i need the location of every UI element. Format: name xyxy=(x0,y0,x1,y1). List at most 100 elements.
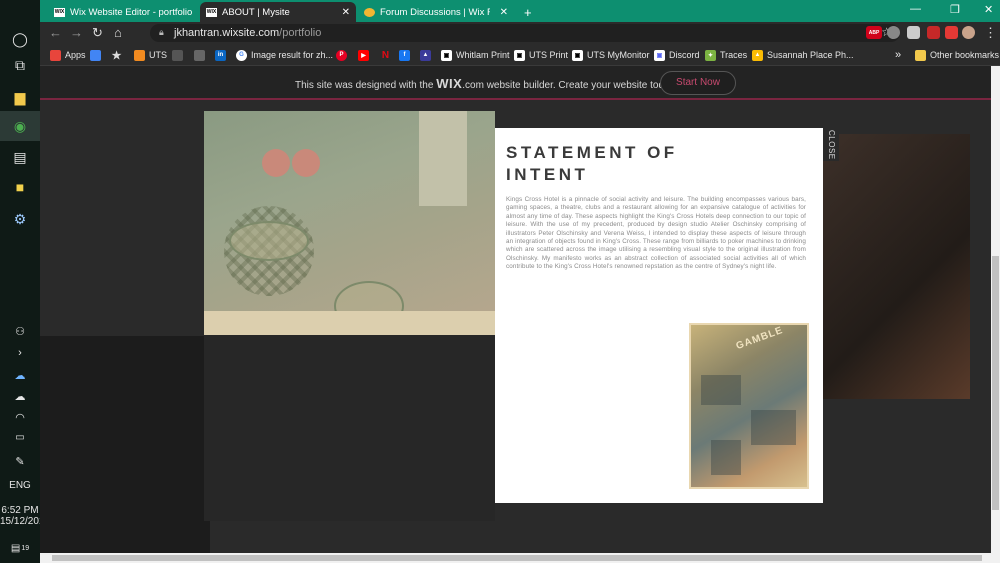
google-icon: G xyxy=(236,49,247,61)
reload-icon[interactable]: ↻ xyxy=(92,25,103,41)
bookmark-image-result[interactable]: G Image result for zh... xyxy=(236,48,333,62)
chrome-taskbar-icon[interactable]: ◉ xyxy=(0,111,40,141)
bookmark-other-bookmarks[interactable]: Other bookmarks xyxy=(915,48,999,62)
extension-icon[interactable] xyxy=(907,26,920,39)
render-wall xyxy=(419,111,467,206)
extension-icon[interactable] xyxy=(945,26,958,39)
lightbox-image-column xyxy=(204,111,495,521)
page-viewport: This site was designed with the WIX.com … xyxy=(40,66,991,553)
extension-icon[interactable] xyxy=(887,26,900,39)
bookmark-whitlam-print[interactable]: ▣ Whitlam Print xyxy=(441,48,510,62)
drive-icon: ▲ xyxy=(752,49,763,61)
close-window-icon[interactable]: ✕ xyxy=(984,3,993,16)
forum-favicon-icon xyxy=(364,7,375,17)
bookmarks-bar: Apps ★ UTS in G Image result for zh... P … xyxy=(40,44,1000,66)
bookmark-uts[interactable]: UTS xyxy=(134,48,167,62)
new-tab-button[interactable]: + xyxy=(518,2,538,22)
tab-label: Forum Discussions | Wix Forum xyxy=(380,6,490,18)
bookmark-traces[interactable]: ✦ Traces xyxy=(705,48,747,62)
steam-icon[interactable]: ⚙ xyxy=(0,204,40,234)
illustration-shape xyxy=(751,410,796,445)
bookmark-apps[interactable]: Apps xyxy=(50,48,86,62)
bookmarks-more-button[interactable]: » xyxy=(895,48,901,62)
lightbox-render-image[interactable] xyxy=(204,111,495,335)
folder-icon xyxy=(915,49,926,61)
pen-icon[interactable]: ✎ xyxy=(0,446,40,476)
tab-wix-editor[interactable]: WIX Wix Website Editor - portfolio xyxy=(48,2,200,22)
traces-icon: ✦ xyxy=(705,49,716,61)
file-explorer-icon[interactable]: ▆ xyxy=(0,82,40,112)
windows-taskbar: ◯ ⧉ ▆ ◉ ▤ ■ ⚙ ⚇ › ☁ ☁ ◠ ▭ ✎ ENG 6:52 PM … xyxy=(0,0,50,563)
home-icon[interactable]: ⌂ xyxy=(114,25,122,40)
notification-center-icon[interactable]: ▤ 19 xyxy=(0,533,40,563)
minimize-icon[interactable]: — xyxy=(910,3,921,15)
bookmark-star[interactable]: ★ xyxy=(111,48,126,62)
task-view-icon[interactable]: ⧉ xyxy=(0,50,40,80)
app-taskbar-icon[interactable]: ▤ xyxy=(0,142,40,172)
adblock-extension-icon[interactable]: ABP xyxy=(866,26,882,39)
wix-favicon-icon: WIX xyxy=(206,7,217,17)
background-photo xyxy=(820,134,970,399)
close-tab-icon[interactable]: ✕ xyxy=(342,7,350,18)
lock-icon: 🔒︎ xyxy=(159,27,164,37)
lightbox-close-button[interactable]: CLOSE xyxy=(823,128,839,161)
horizontal-scrollbar[interactable] xyxy=(40,553,1000,563)
bookmark-docs[interactable] xyxy=(90,48,105,62)
tab-forum-discussions[interactable]: Forum Discussions | Wix Forum ✕ xyxy=(358,2,514,22)
pinterest-icon: P xyxy=(336,49,347,61)
bookmark-generic[interactable] xyxy=(194,48,209,62)
statement-body: Kings Cross Hotel is a pinnacle of socia… xyxy=(506,196,806,271)
illustration-shape xyxy=(711,440,741,475)
address-url[interactable]: jkhantran.wixsite.com/portfolio xyxy=(174,27,321,39)
bookmark-linkedin[interactable]: in xyxy=(215,48,230,62)
close-tab-icon[interactable]: ✕ xyxy=(500,7,508,18)
profile-avatar[interactable] xyxy=(962,26,975,39)
linkedin-icon: in xyxy=(215,49,226,61)
restore-icon[interactable]: ❐ xyxy=(950,3,960,16)
lightbox-text-panel: STATEMENT OF INTENT Kings Cross Hotel is… xyxy=(495,128,823,503)
render-sphere xyxy=(262,149,290,177)
statement-title: STATEMENT OF INTENT xyxy=(506,143,678,184)
render-floor-strip xyxy=(204,311,495,335)
discord-icon: ▣ xyxy=(654,49,665,61)
illustration-sign: GAMBLE xyxy=(734,324,785,353)
bookmark-facebook[interactable]: f xyxy=(399,48,414,62)
netflix-icon: N xyxy=(380,49,391,61)
star-icon: ★ xyxy=(111,49,122,62)
bookmark-uts-mymonitor[interactable]: ▣ UTS MyMonitor xyxy=(572,48,650,62)
vertical-scroll-thumb[interactable] xyxy=(992,256,999,510)
print-icon: ▣ xyxy=(514,49,525,61)
uts-icon xyxy=(134,49,145,61)
bookmark-triangle[interactable]: ▲ xyxy=(420,48,435,62)
back-arrow-icon[interactable]: ← xyxy=(49,25,62,40)
notification-count: 19 xyxy=(21,544,30,552)
illustration-thumbnail[interactable]: GAMBLE xyxy=(689,323,809,489)
bookmark-netflix[interactable]: N xyxy=(380,48,395,62)
url-path: /portfolio xyxy=(279,27,322,39)
render-sphere xyxy=(292,149,320,177)
bookmark-uts-logo[interactable] xyxy=(172,48,187,62)
bookmark-pinterest[interactable]: P xyxy=(336,48,351,62)
address-bar[interactable]: 🔒︎ jkhantran.wixsite.com/portfolio ☆ xyxy=(150,24,900,42)
extension-icon[interactable] xyxy=(927,26,940,39)
chrome-tab-strip: WIX Wix Website Editor - portfolio WIX A… xyxy=(40,0,1000,22)
uts-logo-icon xyxy=(172,49,183,61)
clock-time[interactable]: 6:52 PM xyxy=(0,505,40,516)
bookmark-uts-print[interactable]: ▣ UTS Print xyxy=(514,48,568,62)
bookmark-icon xyxy=(194,49,205,61)
bookmark-susannah-place[interactable]: ▲ Susannah Place Ph... xyxy=(752,48,854,62)
sticky-notes-icon[interactable]: ■ xyxy=(0,172,40,202)
tab-about-mysite[interactable]: WIX ABOUT | Mysite ✕ xyxy=(200,2,356,22)
clock-date[interactable]: 15/12/2019 xyxy=(0,516,50,527)
monitor-icon: ▣ xyxy=(572,49,583,61)
start-now-button[interactable]: Start Now xyxy=(660,71,736,95)
illustration-shape xyxy=(701,375,741,405)
chrome-menu-icon[interactable]: ⋮ xyxy=(984,25,997,41)
forward-arrow-icon[interactable]: → xyxy=(70,25,83,40)
bookmark-discord[interactable]: ▣ Discord xyxy=(654,48,700,62)
bookmark-youtube[interactable]: ▶ xyxy=(358,48,373,62)
apps-icon xyxy=(50,49,61,61)
vertical-scrollbar[interactable] xyxy=(991,66,1000,553)
horizontal-scroll-thumb[interactable] xyxy=(52,555,982,561)
language-indicator[interactable]: ENG xyxy=(0,480,40,491)
